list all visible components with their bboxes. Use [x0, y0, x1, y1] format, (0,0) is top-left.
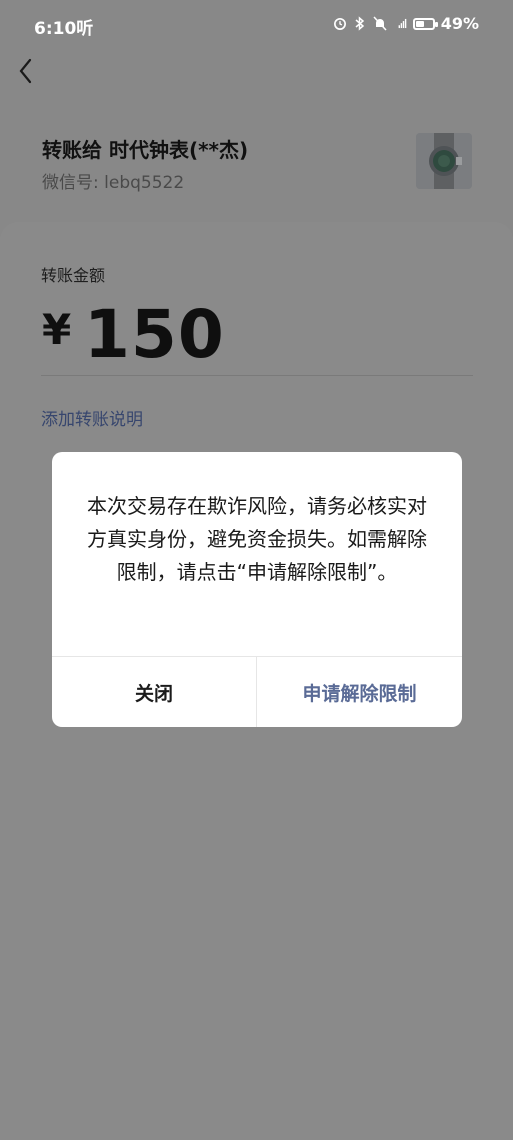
- mute-bell-icon: [373, 16, 387, 32]
- back-button[interactable]: [14, 54, 44, 88]
- battery-icon: [412, 17, 438, 30]
- status-time: 6:10: [34, 19, 77, 39]
- amount-value[interactable]: 150: [84, 296, 225, 373]
- chevron-left-icon: [19, 58, 32, 84]
- alarm-icon: [333, 16, 347, 32]
- payee-title: 转账给 时代钟表(**杰): [42, 138, 249, 162]
- amount-label: 转账金额: [41, 266, 106, 285]
- request-unlock-button[interactable]: 申请解除限制: [257, 657, 462, 727]
- bluetooth-icon: [353, 16, 367, 32]
- status-time-suffix: 听: [76, 19, 94, 39]
- payee-wechat-id: 微信号: lebq5522: [42, 173, 185, 193]
- amount-divider: [41, 375, 473, 376]
- currency-symbol: ¥: [42, 305, 72, 354]
- signal-icon: [393, 16, 407, 32]
- watch-image: [416, 133, 472, 189]
- close-button[interactable]: 关闭: [52, 657, 256, 727]
- add-transfer-note-link[interactable]: 添加转账说明: [41, 405, 143, 430]
- avatar: [416, 133, 472, 189]
- dialog-message: 本次交易存在欺诈风险，请务必核实对方真实身份，避免资金损失。如需解除限制，请点击…: [87, 494, 427, 584]
- battery-percent: 49%: [440, 14, 479, 33]
- status-icons: 49%: [333, 14, 479, 33]
- status-bar: 6:10听 49%: [0, 0, 513, 48]
- fraud-warning-dialog: 本次交易存在欺诈风险，请务必核实对方真实身份，避免资金损失。如需解除限制，请点击…: [52, 452, 462, 727]
